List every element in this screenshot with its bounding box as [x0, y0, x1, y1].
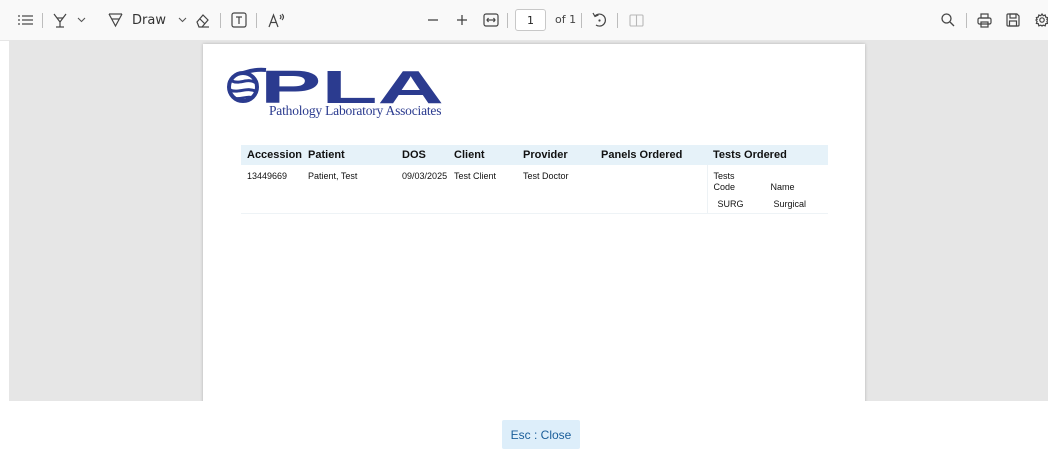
toolbar-separator	[220, 13, 221, 28]
find-button[interactable]	[941, 0, 955, 40]
column-header-dos: DOS	[396, 145, 449, 165]
print-button[interactable]	[977, 0, 992, 40]
minus-icon	[428, 19, 438, 21]
pdf-toolbar: Draw of 1	[0, 0, 1048, 41]
chevron-down-icon	[178, 17, 187, 23]
toolbar-separator	[507, 13, 508, 28]
column-header-client: Client	[448, 145, 518, 165]
gear-icon	[1035, 13, 1048, 27]
fit-width-icon	[483, 13, 499, 27]
toolbar-separator	[256, 13, 257, 28]
accession-table: Accession Patient DOS Client Provider Pa…	[241, 145, 828, 214]
table-row: 13449669 Patient, Test 09/03/2025 Test C…	[241, 165, 828, 214]
tests-row: SURG Surgical	[714, 193, 807, 209]
tests-header-row: Code Name	[714, 181, 807, 193]
tests-title: Tests	[713, 171, 735, 181]
draw-button[interactable]: Draw	[108, 0, 187, 40]
column-header-accession: Accession	[241, 145, 303, 165]
toolbar-separator	[581, 13, 582, 28]
highlight-button[interactable]	[53, 0, 86, 40]
cell-dos: 09/03/2025	[396, 165, 449, 214]
table-header-row: Accession Patient DOS Client Provider Pa…	[241, 145, 828, 165]
read-aloud-button[interactable]	[268, 0, 285, 40]
cell-accession: 13449669	[241, 165, 303, 214]
chevron-down-icon	[77, 17, 86, 23]
tests-code-header: Code	[713, 182, 736, 192]
close-button[interactable]: Esc : Close	[502, 420, 580, 449]
eraser-button[interactable]	[195, 0, 210, 40]
column-header-tests-ordered: Tests Ordered	[707, 145, 828, 165]
toolbar-separator	[966, 13, 967, 28]
page-view-button	[629, 0, 644, 40]
column-header-panels-ordered: Panels Ordered	[595, 145, 708, 165]
two-page-icon	[629, 13, 644, 27]
rotate-icon	[592, 12, 606, 27]
toolbar-separator	[617, 13, 618, 28]
column-header-provider: Provider	[517, 145, 596, 165]
test-code: SURG	[717, 199, 744, 209]
eraser-icon	[196, 13, 209, 28]
zoom-in-button[interactable]	[456, 0, 468, 40]
cell-tests-ordered: Tests Code Name SURG Surgical	[706, 165, 828, 214]
cell-panels-ordered	[595, 165, 708, 214]
read-aloud-icon	[268, 12, 285, 27]
tests-subtable: Code Name SURG Surgical	[714, 181, 807, 209]
zoom-out-button[interactable]	[427, 0, 439, 40]
document-viewer[interactable]: PLA Pathology Laboratory Associates Acce…	[9, 41, 1048, 401]
plus-icon	[457, 15, 467, 25]
tests-name-header: Name	[770, 182, 795, 192]
column-header-patient: Patient	[302, 145, 397, 165]
draw-icon	[108, 12, 123, 27]
pdf-page: PLA Pathology Laboratory Associates Acce…	[203, 44, 865, 401]
text-box-icon	[231, 12, 247, 28]
cell-provider: Test Doctor	[517, 165, 596, 214]
fit-width-button[interactable]	[483, 0, 499, 40]
save-button[interactable]	[1006, 0, 1020, 40]
settings-button[interactable]	[1035, 0, 1048, 40]
rotate-button[interactable]	[592, 0, 607, 40]
toolbar-separator	[42, 13, 43, 28]
cell-patient: Patient, Test	[302, 165, 397, 214]
page-number-input[interactable]	[515, 9, 546, 31]
contents-icon[interactable]	[18, 0, 33, 40]
draw-label: Draw	[132, 12, 166, 28]
page-count-label: of 1	[555, 13, 577, 26]
cell-client: Test Client	[448, 165, 518, 214]
search-icon	[941, 13, 955, 27]
highlighter-icon	[53, 13, 67, 28]
print-icon	[977, 12, 992, 28]
text-box-button[interactable]	[231, 0, 247, 40]
save-icon	[1006, 13, 1020, 27]
logo-subtitle: Pathology Laboratory Associates	[269, 103, 442, 118]
test-name: Surgical	[773, 199, 807, 209]
